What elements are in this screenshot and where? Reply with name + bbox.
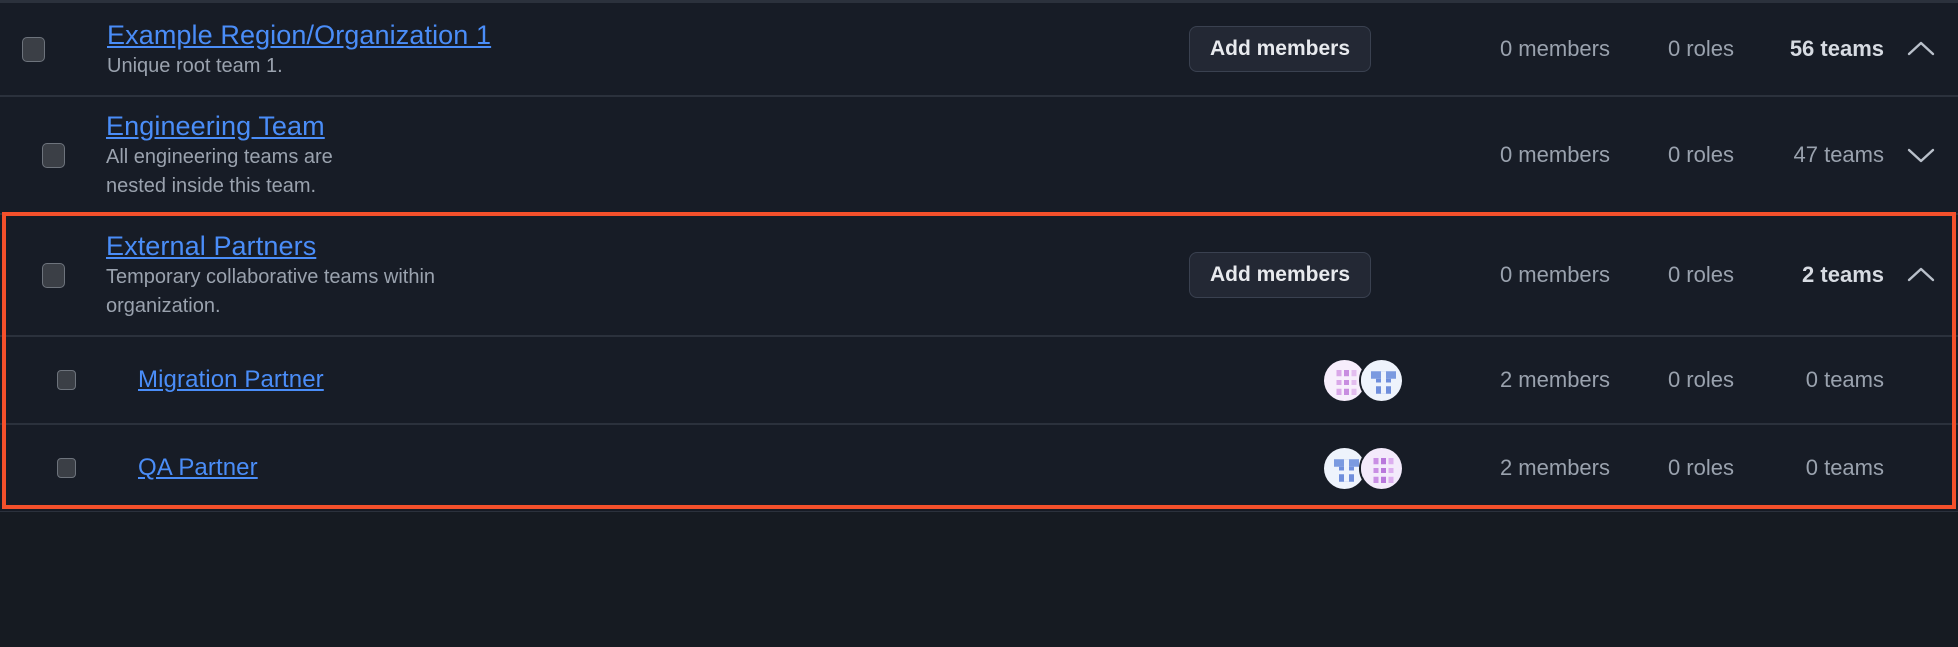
team-name-link[interactable]: QA Partner — [138, 453, 258, 483]
row-title-block: Engineering Team All engineering teams a… — [106, 109, 376, 201]
avatar[interactable] — [1359, 357, 1404, 403]
teams-count: 0 teams — [1805, 367, 1884, 392]
row-title-block: Example Region/Organization 1 Unique roo… — [66, 18, 491, 81]
roles-count: 0 roles — [1667, 142, 1734, 167]
add-members-cell: Add members — [1150, 26, 1410, 72]
row-checkbox[interactable] — [56, 458, 76, 478]
team-description: Unique root team 1. — [107, 54, 283, 77]
row-title-block: QA Partner — [132, 453, 258, 483]
table-row[interactable]: Example Region/Organization 1 Unique roo… — [0, 3, 1958, 96]
table-row[interactable]: Migration Partner 2 members 0 roles 0 te… — [0, 336, 1958, 424]
roles-count: 0 roles — [1667, 36, 1734, 61]
row-main: QA Partner — [0, 453, 1120, 483]
row-select-cell[interactable] — [0, 370, 132, 390]
teams-count: 56 teams — [1789, 36, 1884, 61]
members-count: 0 members — [1499, 262, 1610, 287]
members-count: 2 members — [1499, 455, 1610, 480]
add-members-button[interactable]: Add members — [1188, 252, 1372, 298]
row-main: Migration Partner — [0, 365, 1120, 395]
members-count: 0 members — [1499, 142, 1610, 167]
roles-count: 0 roles — [1667, 262, 1734, 287]
row-right-cluster: 2 members 0 roles 0 teams — [1120, 357, 1958, 403]
members-count: 0 members — [1499, 36, 1610, 61]
chevron-down-icon[interactable] — [1884, 145, 1958, 165]
member-avatars — [1280, 445, 1410, 491]
row-select-cell[interactable] — [0, 458, 132, 478]
row-right-cluster: 0 members 0 roles 47 teams — [1150, 142, 1958, 168]
row-select-cell[interactable] — [0, 142, 107, 168]
row-right-cluster: 2 members 0 roles 0 teams — [1120, 445, 1958, 491]
row-right-cluster: Add members 0 members 0 roles 2 teams — [1150, 252, 1958, 298]
row-main: External Partners Temporary collaborativ… — [0, 229, 1150, 321]
roles-count: 0 roles — [1667, 455, 1734, 480]
teams-count: 47 teams — [1793, 142, 1885, 167]
teams-count: 0 teams — [1805, 455, 1884, 480]
team-name-link[interactable]: Engineering Team — [106, 109, 376, 143]
team-name-link[interactable]: Example Region/Organization 1 — [107, 18, 491, 52]
member-avatars — [1280, 357, 1410, 403]
row-right-cluster: Add members 0 members 0 roles 56 teams — [1150, 26, 1958, 72]
row-select-cell[interactable] — [0, 262, 107, 288]
row-main: Engineering Team All engineering teams a… — [0, 109, 1150, 201]
avatar[interactable] — [1359, 445, 1404, 491]
table-row[interactable]: External Partners Temporary collaborativ… — [0, 214, 1958, 336]
row-title-block: External Partners Temporary collaborativ… — [106, 229, 456, 321]
chevron-up-icon[interactable] — [1884, 39, 1958, 59]
table-row[interactable]: QA Partner 2 members 0 roles 0 teams — [0, 424, 1958, 512]
table-row[interactable]: Engineering Team All engineering teams a… — [0, 96, 1958, 214]
row-select-cell[interactable] — [0, 36, 66, 62]
team-description: All engineering teams are nested inside … — [106, 146, 333, 197]
chevron-up-icon[interactable] — [1884, 265, 1958, 285]
team-name-link[interactable]: External Partners — [106, 229, 456, 263]
add-members-button[interactable]: Add members — [1188, 26, 1372, 72]
row-checkbox[interactable] — [21, 36, 45, 62]
teams-tree-panel: Example Region/Organization 1 Unique roo… — [0, 0, 1958, 647]
teams-count: 2 teams — [1802, 262, 1884, 287]
team-name-link[interactable]: Migration Partner — [138, 365, 324, 395]
row-title-block: Migration Partner — [132, 365, 324, 395]
team-description: Temporary collaborative teams within org… — [106, 266, 436, 317]
row-checkbox[interactable] — [56, 370, 76, 390]
row-checkbox[interactable] — [42, 142, 65, 168]
add-members-cell: Add members — [1150, 252, 1410, 298]
roles-count: 0 roles — [1667, 367, 1734, 392]
row-checkbox[interactable] — [42, 262, 65, 288]
members-count: 2 members — [1499, 367, 1610, 392]
row-main: Example Region/Organization 1 Unique roo… — [0, 18, 1150, 81]
